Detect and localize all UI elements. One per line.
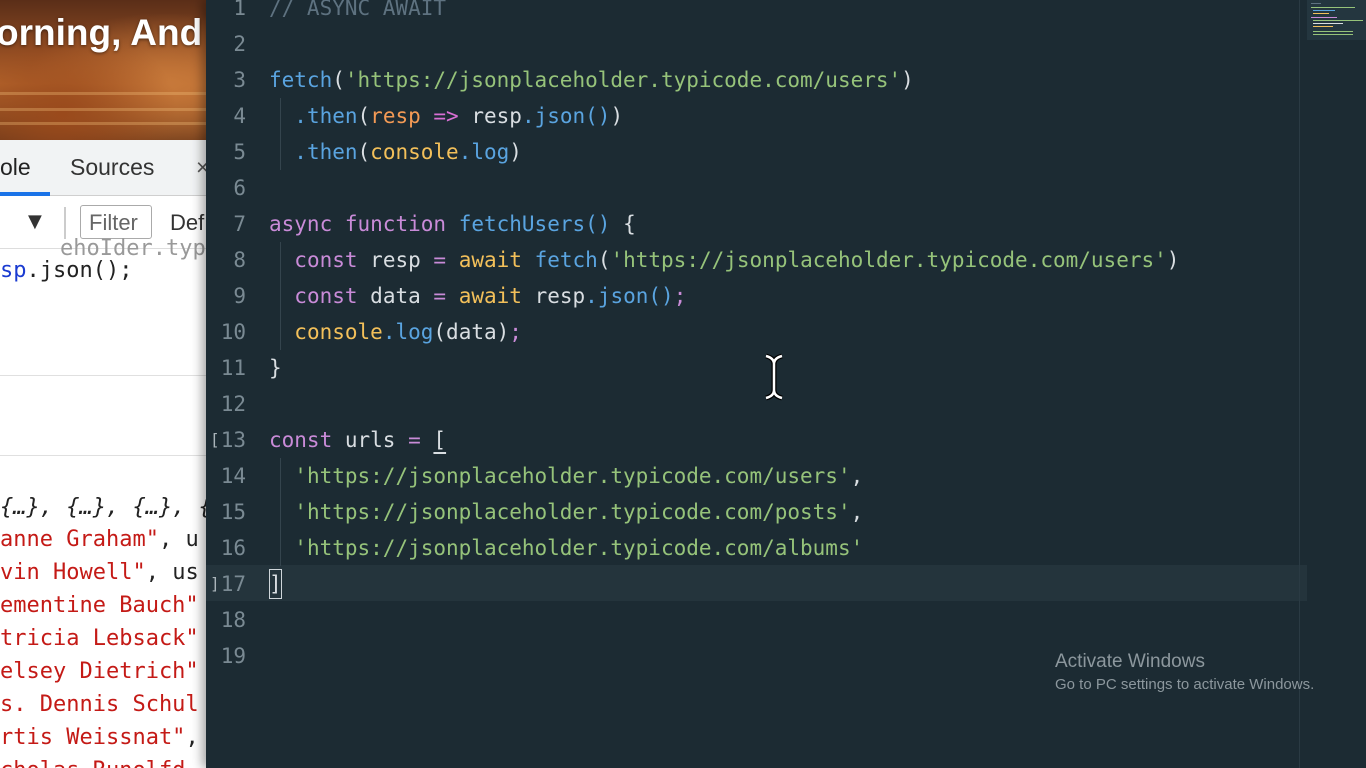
canyon-photo-banner: orning, And: [0, 0, 210, 140]
line-number: 15: [220, 500, 246, 524]
line-number: 7: [233, 212, 246, 236]
minimap[interactable]: [1307, 0, 1366, 40]
code-line-18[interactable]: 18: [206, 602, 1296, 638]
console-output-row: anne Graham", u: [0, 527, 199, 552]
tab-sources[interactable]: Sources: [70, 154, 154, 181]
code-text[interactable]: const urls = [: [269, 422, 446, 458]
greeting-text: orning, And: [0, 12, 203, 53]
devtools-tab-bar: ole Sources ×: [0, 140, 210, 196]
tab-console[interactable]: ole: [0, 154, 31, 181]
line-number: 9: [233, 284, 246, 308]
console-divider: [0, 455, 210, 456]
code-line-16[interactable]: 16 'https://jsonplaceholder.typicode.com…: [206, 530, 1296, 566]
console-code-var: sp: [0, 258, 27, 283]
code-line-1[interactable]: 1 // ASYNC AWAIT: [206, 0, 1296, 26]
line-number: 14: [220, 464, 246, 488]
code-text[interactable]: fetch('https://jsonplaceholder.typicode.…: [269, 62, 914, 98]
console-filter-input[interactable]: Filter: [80, 205, 152, 239]
code-text[interactable]: async function fetchUsers() {: [269, 206, 636, 242]
code-text[interactable]: }: [269, 350, 282, 386]
code-line-2[interactable]: 2: [206, 26, 1296, 62]
line-number: 1: [233, 0, 246, 20]
line-number: 2: [233, 32, 246, 56]
code-line-3[interactable]: 3 fetch('https://jsonplaceholder.typicod…: [206, 62, 1296, 98]
code-line-13[interactable]: [ 13 const urls = [: [206, 422, 1296, 458]
line-number: 13: [220, 428, 246, 452]
line-number: 17: [220, 572, 246, 596]
activate-windows-title: Activate Windows: [1055, 651, 1205, 672]
code-line-17[interactable]: ] 17 ]: [206, 566, 1296, 602]
code-text[interactable]: // ASYNC AWAIT: [269, 0, 446, 26]
console-array-preview[interactable]: {…}, {…}, {…}, {: [0, 495, 210, 520]
console-output-row: cholas Runolfd: [0, 758, 185, 768]
context-dropdown-icon[interactable]: ▼: [28, 211, 42, 232]
code-line-4[interactable]: 4 .then(resp => resp.json()): [206, 98, 1296, 134]
line-number: 3: [233, 68, 246, 92]
line-number: 4: [233, 104, 246, 128]
line-number: 19: [220, 644, 246, 668]
code-line-15[interactable]: 15 'https://jsonplaceholder.typicode.com…: [206, 494, 1296, 530]
console-divider: [0, 375, 210, 376]
code-line-11[interactable]: 11 }: [206, 350, 1296, 386]
code-line-7[interactable]: 7 async function fetchUsers() {: [206, 206, 1296, 242]
line-number: 8: [233, 248, 246, 272]
line-number: 6: [233, 176, 246, 200]
code-text[interactable]: .then(resp => resp.json()): [269, 98, 623, 134]
console-input-echo: sp.json();: [0, 258, 132, 283]
text-cursor-icon: [765, 353, 783, 401]
console-output-row: ementine Bauch": [0, 593, 199, 618]
line-number: 5: [233, 140, 246, 164]
line-number: 16: [220, 536, 246, 560]
code-line-6[interactable]: 6: [206, 170, 1296, 206]
minimap-separator: [1299, 0, 1300, 768]
console-code-rest: .json();: [26, 258, 133, 283]
code-text[interactable]: 'https://jsonplaceholder.typicode.com/al…: [269, 530, 863, 566]
console-output-row: s. Dennis Schul: [0, 692, 199, 717]
code-line-12[interactable]: 12: [206, 386, 1296, 422]
line-number: 11: [220, 356, 246, 380]
active-tab-indicator: [0, 192, 50, 196]
code-line-10[interactable]: 10 console.log(data);: [206, 314, 1296, 350]
activate-windows-subtitle: Go to PC settings to activate Windows.: [1055, 676, 1315, 693]
code-text[interactable]: 'https://jsonplaceholder.typicode.com/po…: [269, 494, 863, 530]
code-text[interactable]: .then(console.log): [269, 134, 522, 170]
line-number: 18: [220, 608, 246, 632]
code-text[interactable]: const data = await resp.json();: [269, 278, 686, 314]
code-line-14[interactable]: 14 'https://jsonplaceholder.typicode.com…: [206, 458, 1296, 494]
console-output-row: rtis Weissnat",: [0, 725, 199, 750]
code-line-8[interactable]: 8 const resp = await fetch('https://json…: [206, 242, 1296, 278]
console-output-row: tricia Lebsack": [0, 626, 199, 651]
matching-bracket-highlight: [269, 569, 282, 599]
console-output-row: elsey Dietrich": [0, 659, 199, 684]
toolbar-divider: [64, 207, 66, 239]
code-text[interactable]: console.log(data);: [269, 314, 522, 350]
code-text[interactable]: 'https://jsonplaceholder.typicode.com/us…: [269, 458, 863, 494]
code-line-9[interactable]: 9 const data = await resp.json();: [206, 278, 1296, 314]
line-number: 12: [220, 392, 246, 416]
line-number: 10: [220, 320, 246, 344]
code-text[interactable]: const resp = await fetch('https://jsonpl…: [269, 242, 1179, 278]
console-output-row: vin Howell", us: [0, 560, 199, 585]
code-line-5[interactable]: 5 .then(console.log): [206, 134, 1296, 170]
log-levels-dropdown[interactable]: Def: [170, 210, 204, 236]
browser-window: orning, And ole Sources × ▼ Filter Def e…: [0, 0, 210, 768]
